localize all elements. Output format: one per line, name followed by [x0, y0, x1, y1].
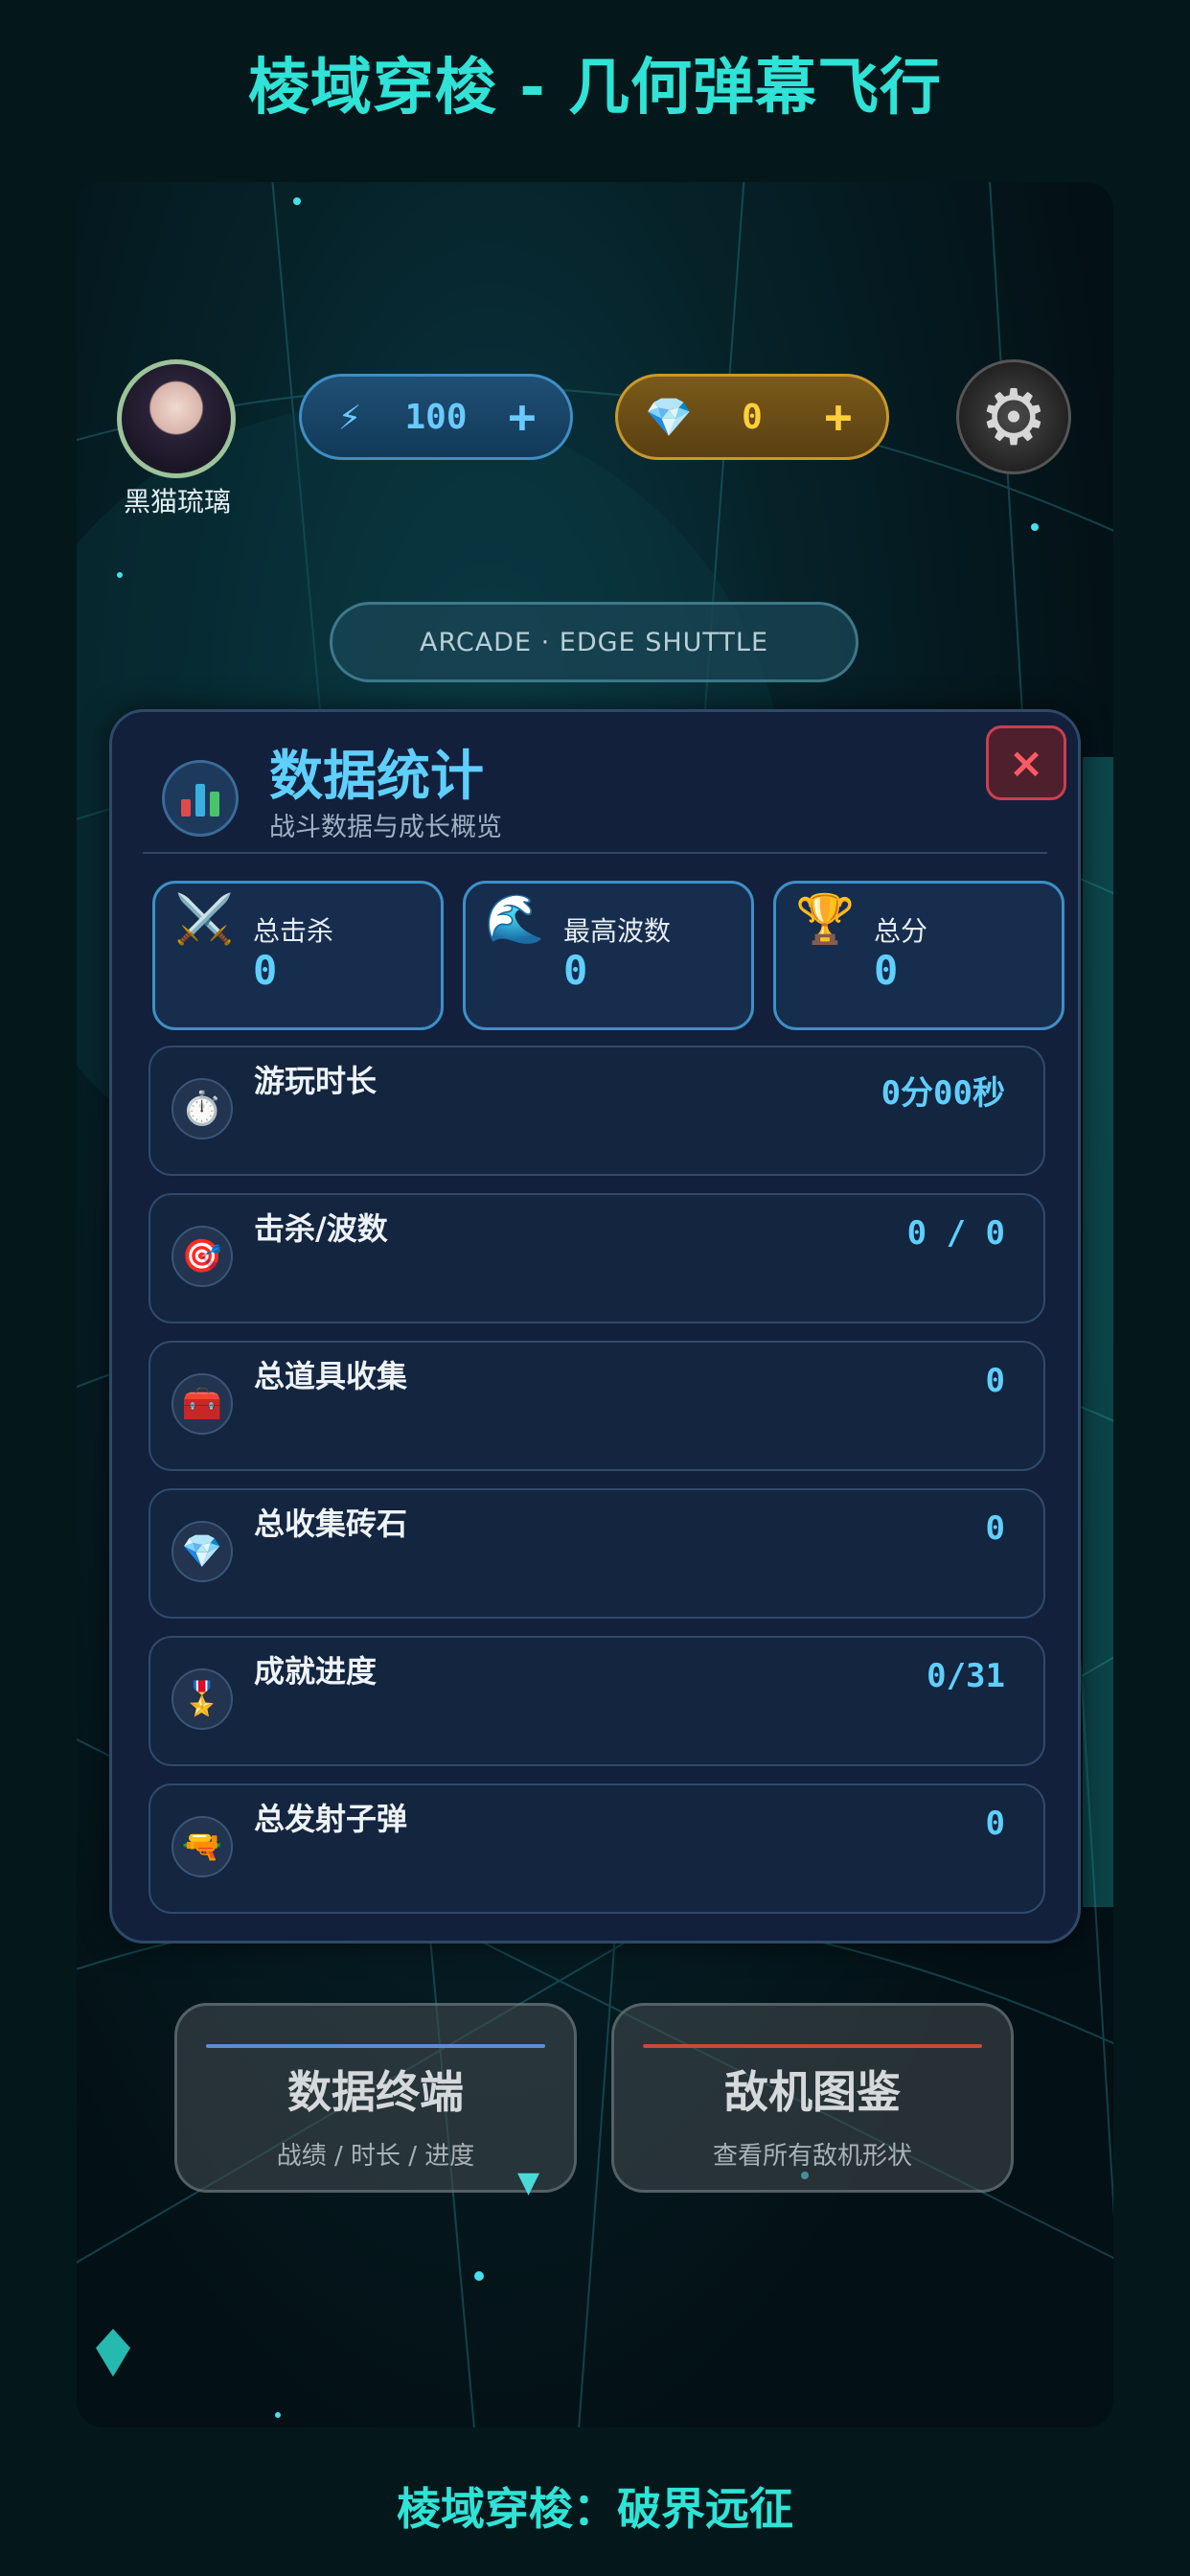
row-label: 总道具收集 — [254, 1358, 408, 1394]
lightning-icon: ⚡ — [337, 395, 362, 439]
row-label: 成就进度 — [254, 1653, 378, 1690]
stat-label: 最高波数 — [563, 915, 672, 947]
row-label: 总收集砖石 — [254, 1506, 408, 1542]
row-value: 0/31 — [927, 1657, 1005, 1695]
app-title: 棱域穿梭 - 几何弹幕飞行 — [247, 53, 943, 124]
trophy-icon: 🏆 — [795, 891, 856, 947]
button-subtitle: 查看所有敌机形状 — [712, 2142, 912, 2171]
row-label: 总发射子弹 — [254, 1801, 408, 1837]
row-value: 0分00秒 — [881, 1074, 1005, 1113]
pistol-icon: 🔫 — [172, 1816, 233, 1877]
gem-counter: 💎 0 + — [615, 374, 889, 460]
mode-label: ARCADE · EDGE SHUTTLE — [330, 602, 858, 682]
stat-label: 总分 — [874, 915, 928, 947]
row-value: 0 — [985, 1509, 1005, 1548]
stat-value: 0 — [874, 947, 899, 994]
add-gems-button[interactable]: + — [817, 390, 859, 444]
stat-card-total-kills: ⚔️ 总击杀 0 — [152, 881, 444, 1030]
stat-row-kills-waves: 🎯 击杀/波数 0 / 0 — [149, 1193, 1045, 1323]
modal-title: 数据统计 — [269, 746, 484, 808]
game-frame: 黑猫琉璃 ⚡ 100 + 💎 0 + ⚙ ARCADE · EDGE SHUTT… — [77, 182, 1113, 2427]
diamond-icon: 💎 — [645, 395, 693, 440]
row-value: 0 — [985, 1805, 1005, 1843]
stat-row-bullets-fired: 🔫 总发射子弹 0 — [149, 1783, 1045, 1914]
data-terminal-button[interactable]: 数据终端 战绩 / 时长 / 进度 — [174, 2003, 577, 2193]
stat-value: 0 — [563, 947, 588, 994]
enemy-codex-button[interactable]: 敌机图鉴 查看所有敌机形状 — [611, 2003, 1014, 2193]
wave-icon: 🌊 — [485, 891, 545, 947]
stat-value: 0 — [253, 947, 278, 994]
energy-counter: ⚡ 100 + — [299, 374, 573, 460]
footer-title: 棱域穿梭：破界远征 — [397, 2483, 793, 2535]
toolbox-icon: 🧰 — [172, 1373, 233, 1435]
target-icon: 🎯 — [172, 1226, 233, 1287]
stat-row-gems-collected: 💎 总收集砖石 0 — [149, 1488, 1045, 1619]
settings-button[interactable]: ⚙ — [956, 359, 1071, 474]
row-value: 0 — [985, 1362, 1005, 1400]
energy-value: 100 — [404, 397, 468, 437]
player-name: 黑猫琉璃 — [123, 486, 231, 518]
divider — [143, 852, 1047, 854]
stat-card-max-wave: 🌊 最高波数 0 — [463, 881, 754, 1030]
stat-row-playtime: ⏱️ 游玩时长 0分00秒 — [149, 1046, 1045, 1176]
row-label: 击杀/波数 — [254, 1210, 388, 1247]
stats-modal: 数据统计 战斗数据与成长概览 × ⚔️ 总击杀 0 🌊 最高波数 0 🏆 总分 … — [109, 709, 1081, 1944]
close-button[interactable]: × — [986, 725, 1066, 800]
gem-value: 0 — [742, 397, 763, 437]
add-energy-button[interactable]: + — [501, 390, 543, 444]
accent-bar — [206, 2044, 545, 2048]
close-icon: × — [1008, 738, 1044, 788]
stat-row-achievements: 🎖️ 成就进度 0/31 — [149, 1636, 1045, 1766]
bar-chart-icon — [162, 760, 239, 837]
stat-row-items-collected: 🧰 总道具收集 0 — [149, 1341, 1045, 1471]
button-subtitle: 战绩 / 时长 / 进度 — [276, 2142, 475, 2171]
diamond-icon: 💎 — [172, 1521, 233, 1582]
row-label: 游玩时长 — [254, 1063, 378, 1099]
modal-subtitle: 战斗数据与成长概览 — [269, 813, 502, 842]
caret-down-icon: ▼ — [517, 2166, 540, 2199]
row-value: 0 / 0 — [906, 1214, 1005, 1253]
avatar[interactable] — [117, 359, 236, 478]
accent-bar — [643, 2044, 982, 2048]
stopwatch-icon: ⏱️ — [172, 1078, 233, 1139]
swords-icon: ⚔️ — [174, 891, 235, 947]
stat-label: 总击杀 — [253, 915, 334, 947]
medal-icon: 🎖️ — [172, 1668, 233, 1730]
button-title: 敌机图鉴 — [724, 2066, 901, 2118]
button-title: 数据终端 — [287, 2066, 464, 2118]
stat-card-total-score: 🏆 总分 0 — [773, 881, 1064, 1030]
gear-icon: ⚙ — [979, 372, 1048, 462]
